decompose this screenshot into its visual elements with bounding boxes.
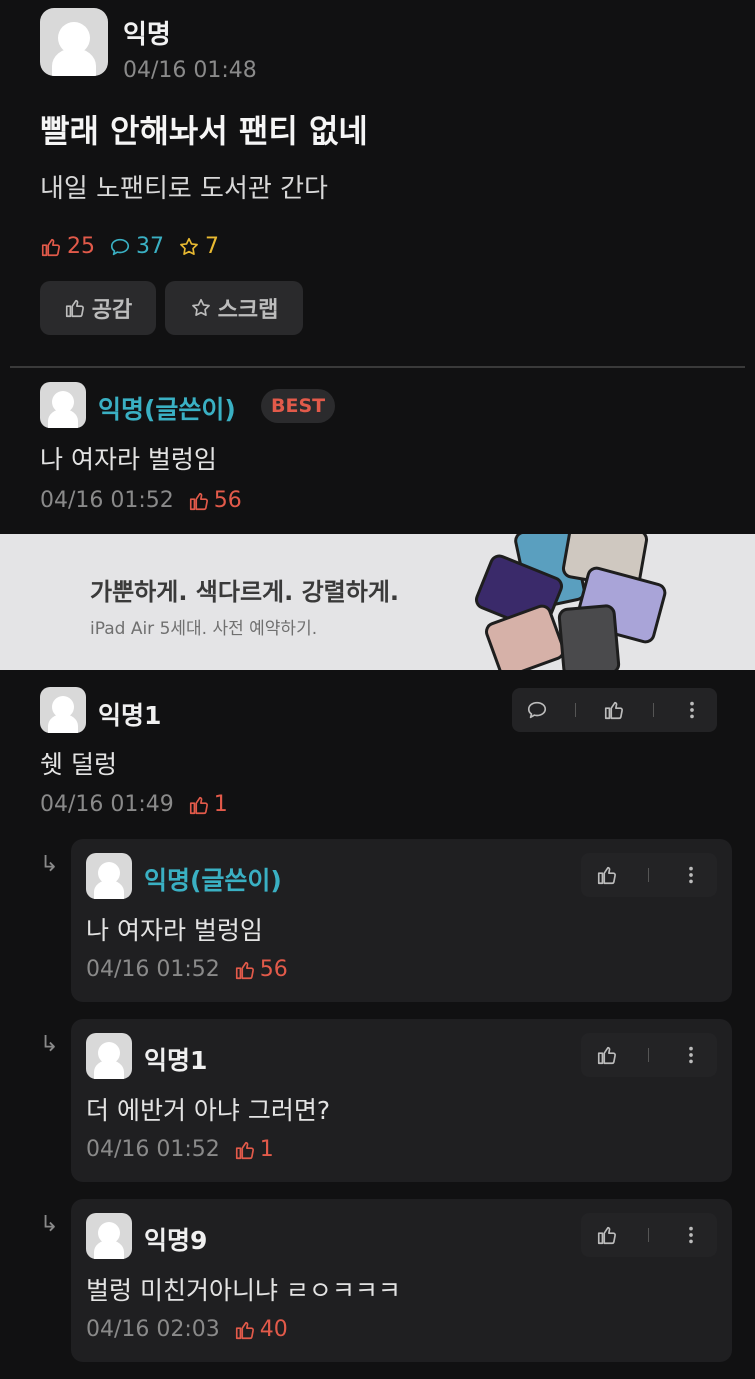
comment-text: 나 여자라 벌렁임	[40, 445, 217, 474]
thumbs-up-icon[interactable]	[596, 1224, 618, 1246]
post-stats: 25 37 7	[40, 234, 233, 259]
comment-count: 37	[109, 234, 164, 259]
more-vertical-icon[interactable]	[680, 1224, 702, 1246]
comment-bubble-icon[interactable]	[526, 699, 548, 721]
comment-likes-value: 1	[213, 792, 228, 817]
comment-count-value: 37	[136, 234, 164, 259]
ad-title: 가뿐하게. 색다르게. 강렬하게.	[90, 578, 400, 606]
reply-text: 나 여자라 벌렁임	[86, 916, 263, 945]
avatar-icon	[86, 1213, 132, 1259]
separator	[648, 1048, 650, 1062]
reply-arrow-icon: ↳	[40, 1032, 59, 1057]
post-time: 04/16 01:48	[123, 58, 257, 83]
reply-likes: 40	[234, 1317, 288, 1342]
reply-toolbar	[581, 853, 717, 897]
comment-likes: 56	[188, 488, 242, 513]
reply-text: 벌렁 미친거아니냐 ㄹㅇㅋㅋㅋ	[86, 1276, 401, 1305]
post: 익명 04/16 01:48 빨래 안해놔서 팬티 없네 내일 노팬티로 도서관…	[0, 0, 755, 366]
avatar-icon	[40, 687, 86, 733]
ad-subtitle: iPad Air 5세대. 사전 예약하기.	[90, 619, 318, 639]
reply-card: 익명9 벌렁 미친거아니냐 ㄹㅇㅋㅋㅋ 04/16 02:03 40	[71, 1199, 732, 1362]
reply-text: 더 에반거 아냐 그러면?	[86, 1096, 331, 1125]
like-count: 25	[40, 234, 95, 259]
reply-time: 04/16 02:03	[86, 1317, 220, 1342]
separator	[648, 868, 650, 882]
avatar-icon	[86, 1033, 132, 1079]
comment-meta: 04/16 01:49 1	[40, 792, 228, 817]
scrap-button-label: 스크랩	[217, 298, 279, 323]
comment-meta: 04/16 01:52 56	[40, 488, 242, 513]
avatar-icon	[40, 8, 108, 76]
star-icon	[178, 236, 200, 258]
thumbs-up-icon	[188, 794, 210, 816]
reply-likes-value: 40	[259, 1317, 288, 1342]
reply-author: 익명1	[144, 1046, 208, 1075]
thumbs-up-icon	[234, 959, 256, 981]
ipad-image	[470, 534, 680, 670]
comment-author: 익명(글쓴이)	[98, 395, 236, 424]
best-badge: BEST	[261, 389, 336, 423]
ad-banner[interactable]: 가뿐하게. 색다르게. 강렬하게. iPad Air 5세대. 사전 예약하기.	[0, 534, 755, 670]
reply-card: 익명(글쓴이) 나 여자라 벌렁임 04/16 01:52 56	[71, 839, 732, 1002]
comment-time: 04/16 01:52	[40, 488, 174, 513]
comment-likes: 1	[188, 792, 228, 817]
thumbs-up-icon[interactable]	[596, 864, 618, 886]
reply-arrow-icon: ↳	[40, 852, 59, 877]
comment-text: 쉣 덜렁	[40, 750, 117, 779]
thumbs-up-icon	[234, 1319, 256, 1341]
avatar-icon	[40, 382, 86, 428]
post-title: 빨래 안해놔서 팬티 없네	[40, 112, 368, 150]
post-body: 내일 노팬티로 도서관 간다	[40, 174, 328, 204]
reply-likes-value: 1	[259, 1137, 274, 1162]
thumbs-up-icon	[40, 236, 62, 258]
thumbs-up-icon	[234, 1139, 256, 1161]
comment-time: 04/16 01:49	[40, 792, 174, 817]
post-author: 익명	[123, 20, 171, 50]
separator	[652, 703, 654, 717]
star-icon	[190, 297, 212, 319]
reply-likes: 56	[234, 957, 288, 982]
thumbs-up-icon[interactable]	[603, 699, 625, 721]
reply-card: 익명1 더 에반거 아냐 그러면? 04/16 01:52 1	[71, 1019, 732, 1182]
reply-likes: 1	[234, 1137, 274, 1162]
more-vertical-icon[interactable]	[680, 864, 702, 886]
like-button-label: 공감	[91, 298, 133, 323]
reply-toolbar	[581, 1213, 717, 1257]
comment-toolbar	[512, 688, 717, 732]
scrap-count-value: 7	[205, 234, 219, 259]
separator	[648, 1228, 650, 1242]
reply-meta: 04/16 01:52 1	[86, 1137, 274, 1162]
reply-meta: 04/16 01:52 56	[86, 957, 288, 982]
thumbs-up-icon[interactable]	[596, 1044, 618, 1066]
comment-bubble-icon	[109, 236, 131, 258]
reply-toolbar	[581, 1033, 717, 1077]
reply-author: 익명9	[144, 1226, 208, 1255]
thumbs-up-icon	[64, 297, 86, 319]
comment-author: 익명1	[98, 701, 162, 730]
reply-author: 익명(글쓴이)	[144, 866, 282, 895]
scrap-count: 7	[178, 234, 219, 259]
scrap-button[interactable]: 스크랩	[165, 281, 303, 335]
avatar-icon	[86, 853, 132, 899]
like-button[interactable]: 공감	[40, 281, 156, 335]
reply-time: 04/16 01:52	[86, 1137, 220, 1162]
divider	[10, 366, 745, 368]
reply-time: 04/16 01:52	[86, 957, 220, 982]
more-vertical-icon[interactable]	[680, 1044, 702, 1066]
reply-meta: 04/16 02:03 40	[86, 1317, 288, 1342]
thumbs-up-icon	[188, 490, 210, 512]
more-vertical-icon[interactable]	[681, 699, 703, 721]
reply-arrow-icon: ↳	[40, 1212, 59, 1237]
separator	[575, 703, 577, 717]
comment-likes-value: 56	[213, 488, 242, 513]
reply-likes-value: 56	[259, 957, 288, 982]
like-count-value: 25	[67, 234, 95, 259]
